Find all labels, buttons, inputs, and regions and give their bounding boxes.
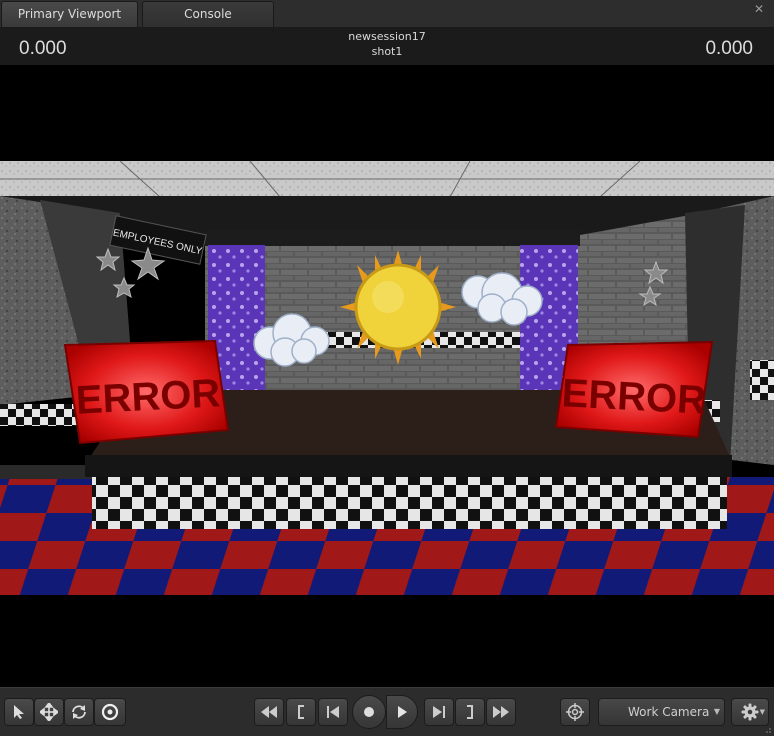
mark-out-button[interactable] (455, 698, 485, 726)
viewport-header: 0.000 newsession17 shot1 0.000 (0, 28, 774, 65)
chevron-down-icon: ▼ (713, 707, 720, 716)
back-wall-top (205, 230, 580, 246)
viewport-toolbar: Work Camera ▼ ▼ (0, 687, 774, 736)
chevron-down-icon: ▼ (759, 708, 765, 716)
scale-target-icon (101, 703, 119, 721)
mark-in-button[interactable] (286, 698, 316, 726)
step-forward-button[interactable] (424, 698, 454, 726)
stage-lip (85, 455, 732, 477)
record-button[interactable] (352, 695, 386, 729)
far-right-checker (750, 360, 774, 400)
mark-out-icon (467, 705, 473, 719)
camera-select[interactable]: Work Camera ▼ (598, 698, 725, 726)
left-error-prop: ERROR (63, 339, 230, 445)
shot-name: shot1 (371, 45, 403, 58)
current-time-right: 0.000 (705, 38, 753, 59)
play-button[interactable] (386, 695, 418, 729)
right-error-prop: ERROR (554, 340, 714, 439)
move-icon (40, 703, 58, 721)
rotate-tool-button[interactable] (64, 698, 94, 726)
rotate-icon (72, 705, 86, 719)
close-icon[interactable]: ✕ (752, 2, 766, 16)
floor-edge-left (0, 465, 95, 479)
gear-icon (741, 703, 759, 721)
resize-grip-icon[interactable] (762, 724, 772, 734)
target-icon (566, 703, 584, 721)
settings-button[interactable]: ▼ (731, 698, 769, 726)
svg-text:ERROR: ERROR (561, 371, 708, 423)
rewind-button[interactable] (254, 698, 284, 726)
camera-select-label: Work Camera (628, 705, 710, 719)
svg-text:ERROR: ERROR (75, 371, 222, 423)
select-arrow-icon (14, 705, 24, 719)
camera-target-button[interactable] (560, 698, 590, 726)
step-back-button[interactable] (318, 698, 348, 726)
move-tool-button[interactable] (34, 698, 64, 726)
play-icon (398, 706, 407, 718)
mark-in-icon (298, 705, 304, 719)
rewind-icon (261, 706, 277, 718)
record-icon (364, 707, 374, 717)
scale-tool-button[interactable] (94, 698, 126, 726)
fast-forward-button[interactable] (486, 698, 516, 726)
step-forward-icon (433, 706, 445, 718)
tab-bar: Primary Viewport Console ✕ (0, 0, 774, 28)
step-back-icon (327, 706, 339, 718)
primary-viewport[interactable]: EMPLOYEES ONLY ERROR ERROR (0, 65, 774, 687)
app-window: Primary Viewport Console ✕ 0.000 newsess… (0, 0, 774, 736)
select-tool-button[interactable] (4, 698, 34, 726)
scene-render: EMPLOYEES ONLY ERROR ERROR (0, 160, 774, 595)
tab-primary-viewport[interactable]: Primary Viewport (1, 1, 138, 27)
fast-forward-icon (493, 706, 509, 718)
tab-console[interactable]: Console (142, 1, 274, 27)
session-name: newsession17 (348, 30, 426, 43)
stage-checker-front (92, 477, 727, 529)
